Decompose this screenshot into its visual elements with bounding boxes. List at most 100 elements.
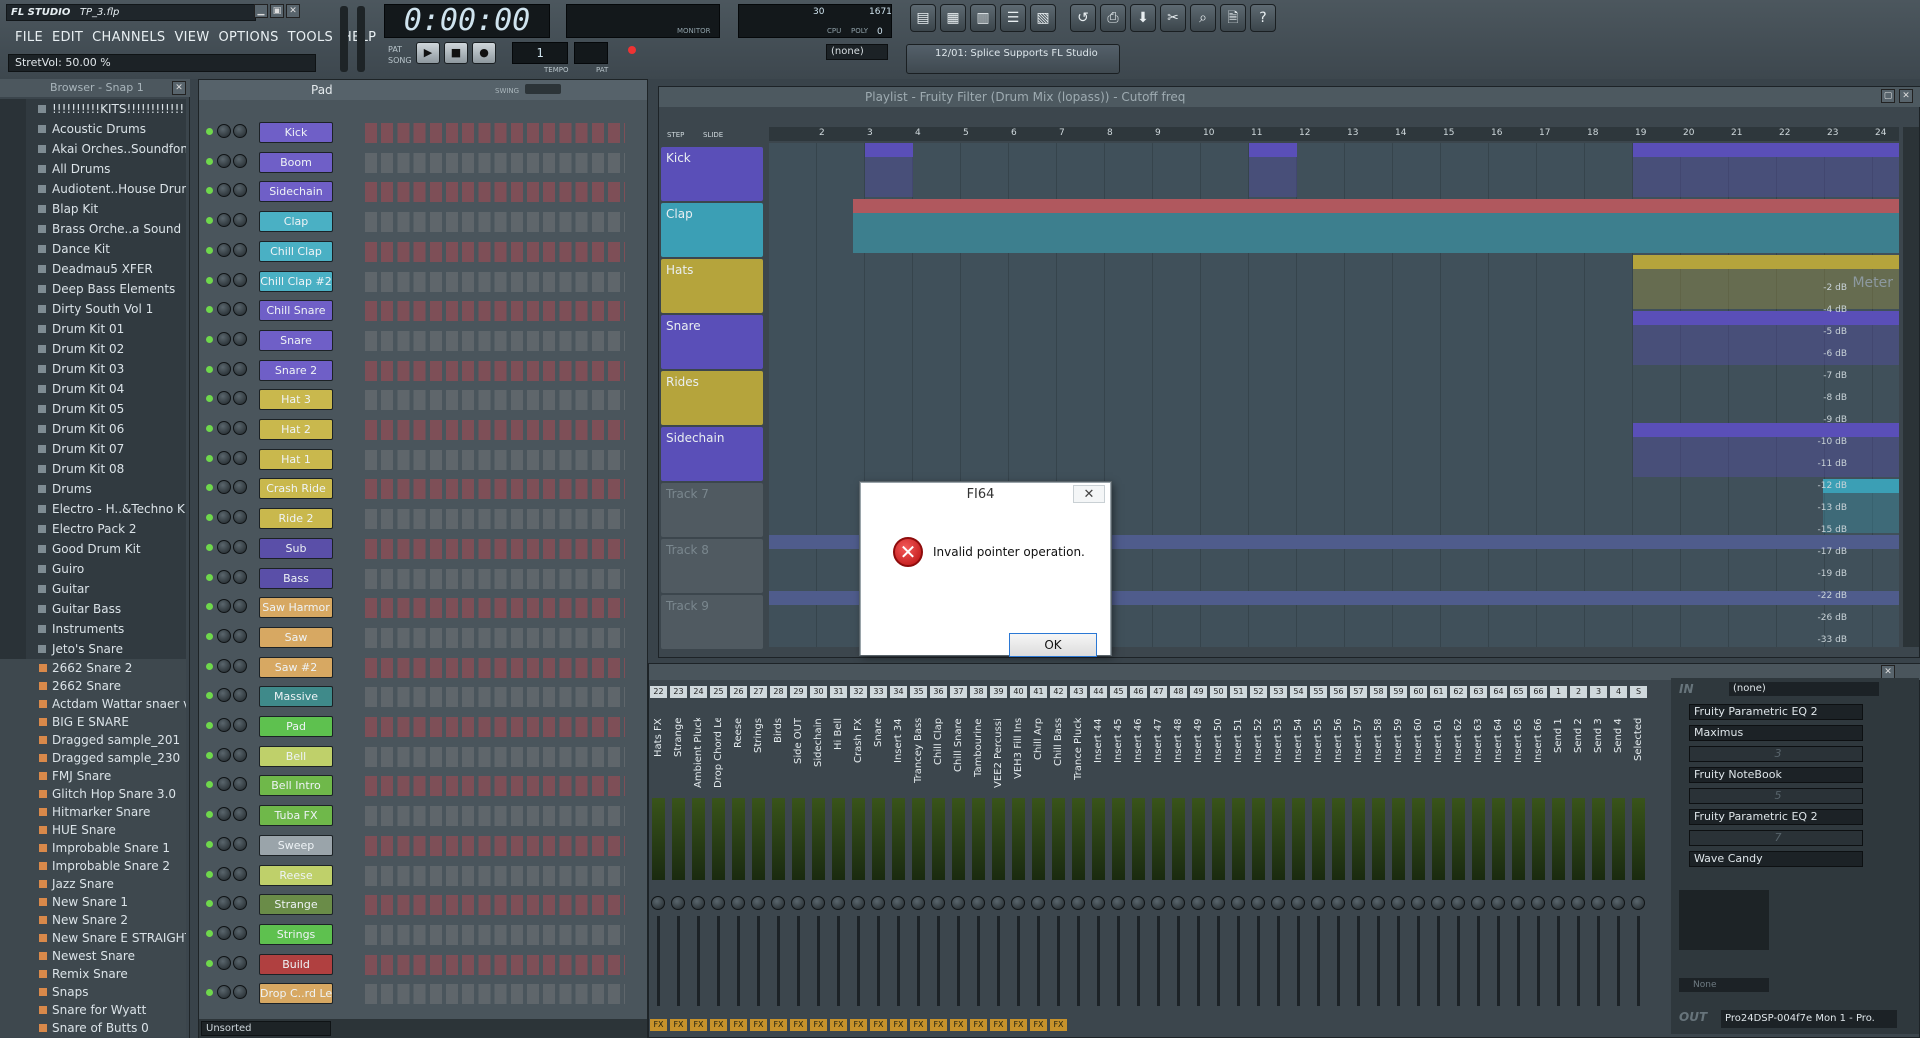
tempo-display[interactable] (574, 42, 608, 64)
mixer-strip[interactable]: 52 Insert 52 (1249, 684, 1268, 1038)
strip-fader[interactable] (953, 916, 964, 1006)
menu-view[interactable]: VIEW (174, 30, 209, 45)
strip-fader[interactable] (1213, 916, 1224, 1006)
channel-mute-led[interactable] (206, 187, 213, 195)
mixer-strip[interactable]: 22 Hats FX FX (649, 684, 668, 1038)
strip-pan-knob[interactable] (731, 896, 745, 910)
strip-fader[interactable] (1133, 916, 1144, 1006)
pattern-name[interactable]: Pad (311, 80, 333, 100)
playlist-scrollbar[interactable] (1903, 127, 1919, 647)
strip-pan-knob[interactable] (1131, 896, 1145, 910)
mixer-strip[interactable]: 3 Send 3 (1589, 684, 1608, 1038)
channel-name-button[interactable]: Saw Harmor (259, 597, 333, 619)
strip-fader[interactable] (1473, 916, 1484, 1006)
channel-name-button[interactable]: Sweep (259, 834, 333, 856)
step-sequencer-row[interactable] (365, 241, 625, 262)
close-icon[interactable]: ✕ (286, 4, 300, 18)
channel-pan-knob[interactable] (217, 331, 231, 346)
browser-file[interactable]: Dragged sample_230 (0, 749, 186, 767)
mixer-strip[interactable]: 1 Send 1 (1549, 684, 1568, 1038)
track-header[interactable]: Track 9 (661, 595, 763, 649)
channel-pan-knob[interactable] (217, 599, 231, 614)
channel-volume-knob[interactable] (233, 361, 247, 376)
channel-mute-led[interactable] (206, 484, 213, 492)
browser-folder[interactable]: Drum Kit 05 (0, 399, 186, 419)
browser-folder[interactable]: Drum Kit 01 (0, 319, 186, 339)
browser-folder[interactable]: Drum Kit 07 (0, 439, 186, 459)
maximize-icon[interactable]: ▣ (270, 4, 284, 18)
play-button[interactable]: ▶ (416, 42, 440, 64)
strip-fader[interactable] (1033, 916, 1044, 1006)
channel-volume-knob[interactable] (233, 421, 247, 435)
strip-fader[interactable] (1233, 916, 1244, 1006)
menu-options[interactable]: OPTIONS (218, 30, 278, 45)
dialog-close-icon[interactable]: ✕ (1073, 485, 1105, 503)
slide-label[interactable]: SLIDE (703, 131, 723, 139)
strip-pan-knob[interactable] (1191, 896, 1205, 910)
channel-name-button[interactable]: Hat 2 (259, 419, 333, 440)
browser-folder[interactable]: Good Drum Kit (0, 539, 186, 559)
strip-pan-knob[interactable] (991, 896, 1005, 910)
channel-pan-knob[interactable] (217, 480, 231, 495)
step-sequencer-icon[interactable]: ▦ (940, 4, 966, 32)
mixer-strip[interactable]: 58 Insert 58 (1369, 684, 1388, 1038)
channel-mute-led[interactable] (206, 662, 213, 670)
mixer-strip[interactable]: 27 Strings FX (749, 684, 768, 1038)
browser-folder[interactable]: Blap Kit (0, 199, 186, 219)
mixer-strip[interactable]: 60 Insert 60 (1409, 684, 1428, 1038)
channel-mute-led[interactable] (206, 306, 213, 314)
pattern-display[interactable]: 1 (512, 42, 568, 64)
strip-fader[interactable] (1393, 916, 1404, 1006)
strip-fader[interactable] (913, 916, 924, 1006)
track-header[interactable]: Sidechain (661, 427, 763, 481)
strip-pan-knob[interactable] (1451, 896, 1465, 910)
mixer-strip[interactable]: 53 Insert 53 (1269, 684, 1288, 1038)
channel-mute-led[interactable] (206, 722, 213, 729)
channel-pan-knob[interactable] (217, 183, 231, 198)
browser-file[interactable]: BIG E SNARE (0, 713, 186, 731)
strip-fader[interactable] (1313, 916, 1324, 1006)
render-icon[interactable]: ⬇ (1130, 4, 1156, 32)
channel-name-button[interactable]: Sub (259, 537, 333, 559)
output-select[interactable]: Pro24DSP-004f7e Mon 1 - Pro. (1721, 1010, 1897, 1028)
channel-pan-knob[interactable] (217, 836, 231, 851)
strip-pan-knob[interactable] (1571, 896, 1585, 910)
search-icon[interactable]: ⌕ (1190, 4, 1216, 32)
channel-pan-knob[interactable] (217, 896, 231, 911)
browser-folder[interactable]: Audiotent..House Drums (0, 179, 186, 199)
playlist-maximize-icon[interactable]: ▢ (1881, 89, 1895, 103)
mixer-strip[interactable]: 36 Chill Clap FX (929, 684, 948, 1038)
mixer-strip[interactable]: 23 Strange FX (669, 684, 688, 1038)
channel-name-button[interactable]: Crash Ride (259, 478, 333, 500)
help-icon[interactable]: ? (1250, 4, 1276, 32)
browser-file[interactable]: Remix Snare (0, 965, 186, 983)
strip-fader[interactable] (813, 916, 824, 1006)
channel-name-button[interactable]: Build (259, 953, 333, 975)
channel-pan-knob[interactable] (217, 242, 231, 257)
track-header[interactable]: Kick (661, 147, 763, 201)
channel-mute-led[interactable] (206, 692, 213, 700)
mixer-strip[interactable]: 64 Insert 64 (1489, 684, 1508, 1038)
channel-mute-led[interactable] (206, 128, 213, 135)
strip-pan-knob[interactable] (711, 896, 725, 910)
step-sequencer-row[interactable] (365, 212, 625, 233)
channel-mute-led[interactable] (206, 959, 213, 967)
strip-pan-knob[interactable] (791, 896, 805, 910)
strip-pan-knob[interactable] (1491, 896, 1505, 910)
track-header[interactable]: Hats (661, 259, 763, 313)
browser-folder[interactable]: Dance Kit (0, 239, 186, 259)
mixer-strip[interactable]: 24 Ambient Pluck FX (689, 684, 708, 1038)
channel-volume-knob[interactable] (233, 896, 247, 911)
strip-fader[interactable] (1173, 916, 1184, 1006)
channel-name-button[interactable]: Chill Snare (259, 300, 333, 322)
channel-volume-knob[interactable] (233, 807, 247, 822)
mixer-close-icon[interactable]: ✕ (1881, 665, 1895, 679)
channel-mute-led[interactable] (206, 157, 213, 165)
strip-fader[interactable] (1433, 916, 1444, 1006)
strip-fader[interactable] (673, 916, 684, 1006)
fx-slot[interactable]: 5 (1689, 788, 1863, 804)
time-display[interactable]: 0:00:00 (384, 4, 550, 38)
strip-pan-knob[interactable] (1391, 896, 1405, 910)
news-panel[interactable]: 12/01: Splice Supports FL Studio (906, 44, 1120, 74)
strip-fader[interactable] (853, 916, 864, 1006)
